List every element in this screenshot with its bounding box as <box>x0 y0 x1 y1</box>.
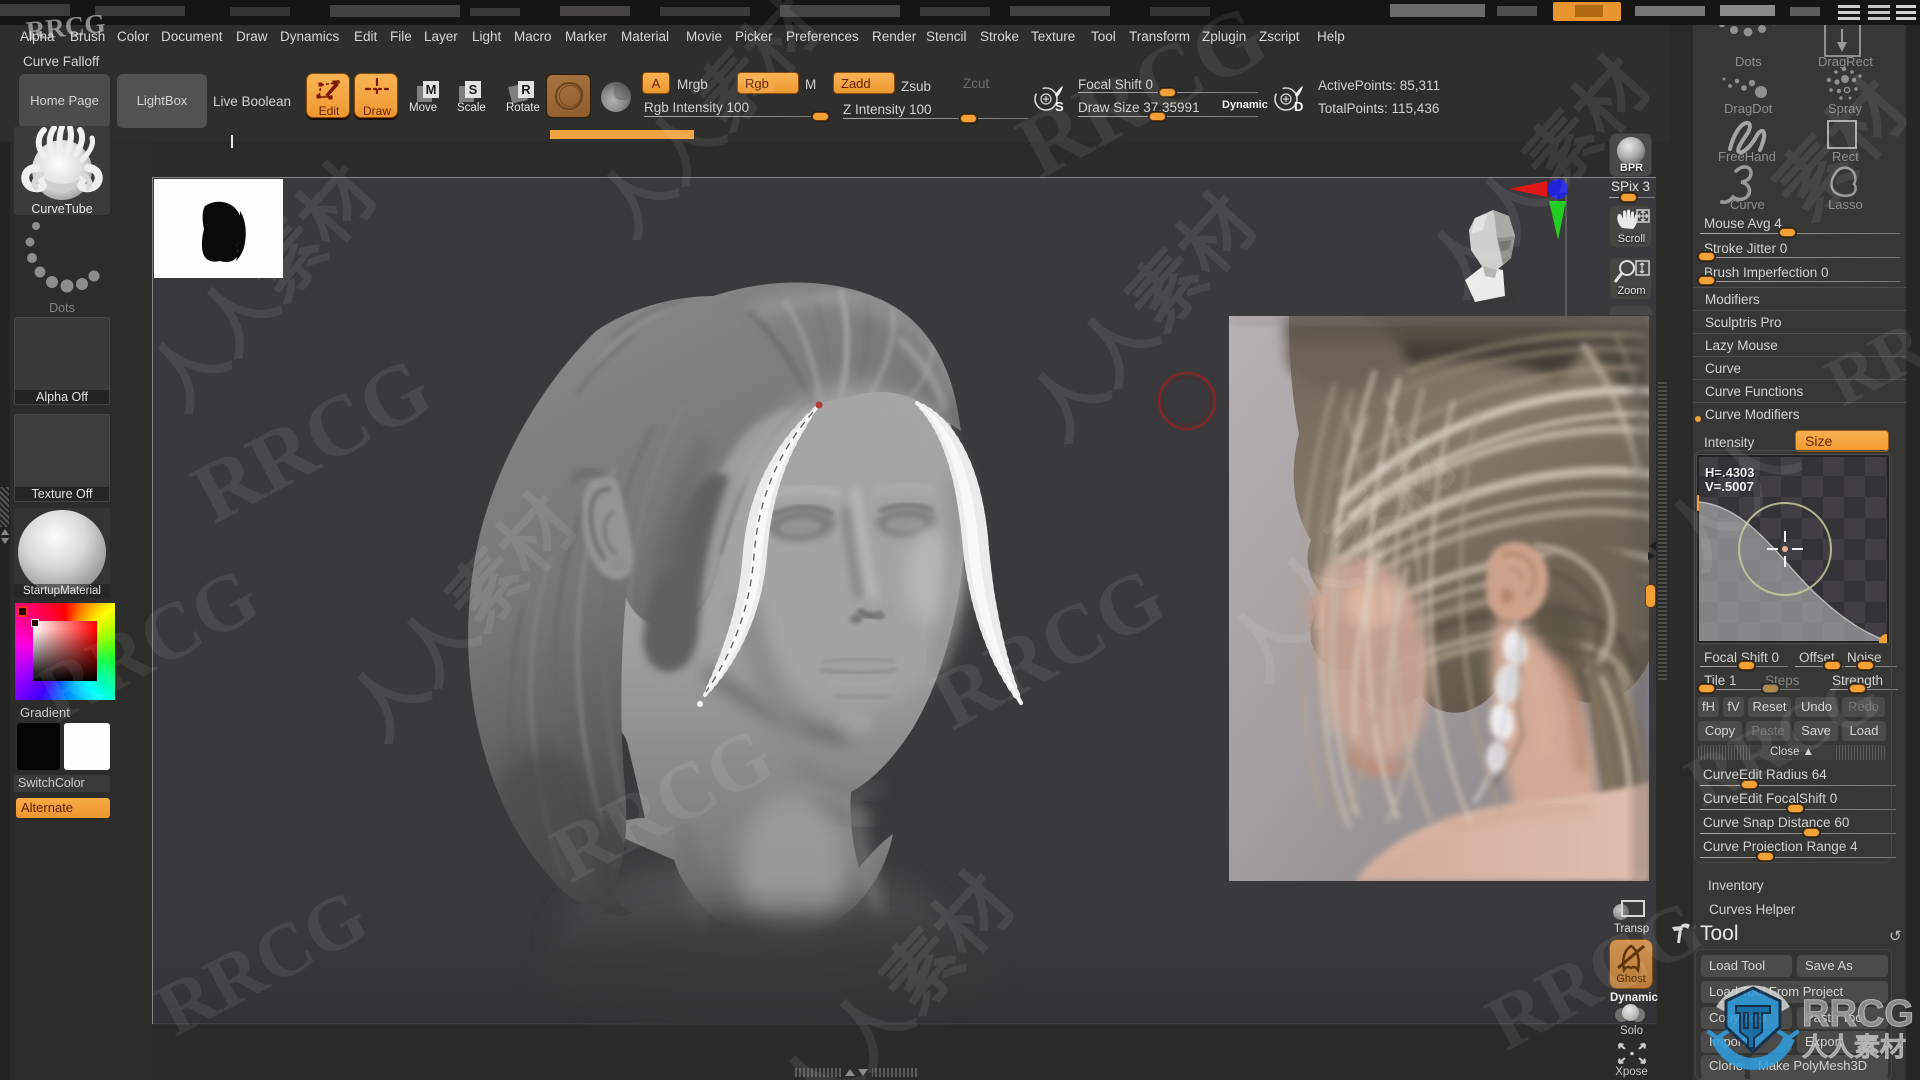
svg-text:DragDot: DragDot <box>1724 101 1773 116</box>
svg-text:D: D <box>1294 99 1303 114</box>
svg-text:S: S <box>1055 99 1064 114</box>
svg-text:Lasso: Lasso <box>1828 197 1863 212</box>
svg-text:DragRect: DragRect <box>1818 54 1873 69</box>
svg-text:H=.4303: H=.4303 <box>1705 465 1755 480</box>
svg-text:人人素材: 人人素材 <box>1802 1032 1906 1062</box>
svg-text:RRCG: RRCG <box>1802 993 1914 1035</box>
svg-text:Dots: Dots <box>1735 54 1762 69</box>
svg-text:FreeHand: FreeHand <box>1718 149 1776 164</box>
svg-text:Rect: Rect <box>1832 149 1859 164</box>
svg-text:Spray: Spray <box>1828 101 1862 116</box>
svg-text:Curve: Curve <box>1730 197 1765 212</box>
svg-text:V=.5007: V=.5007 <box>1705 479 1754 494</box>
